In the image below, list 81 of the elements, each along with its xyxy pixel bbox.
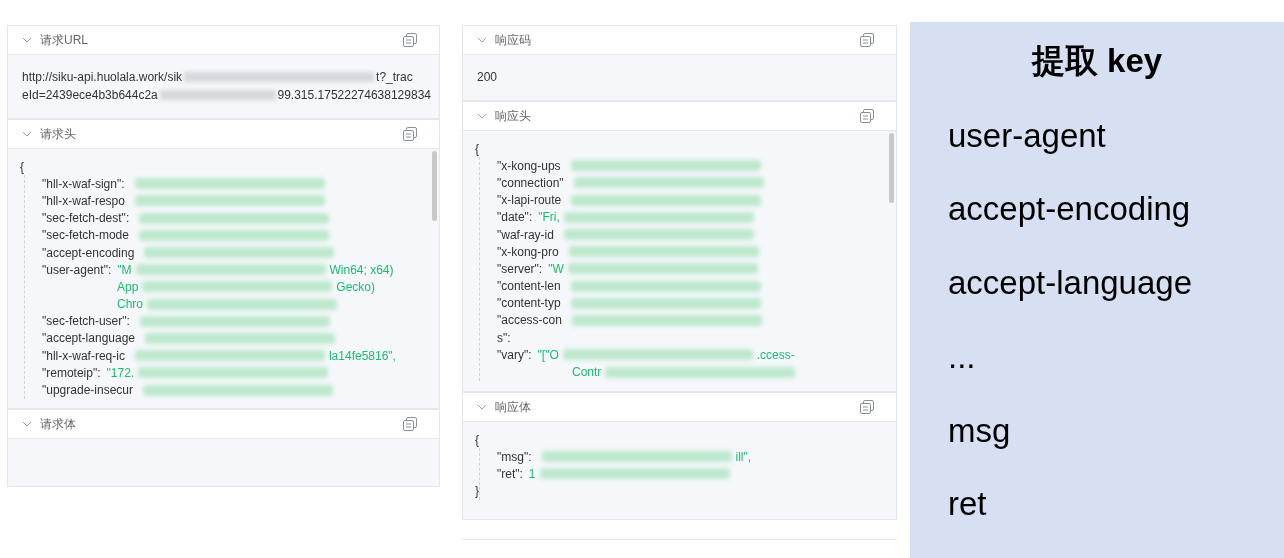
chevron-down-icon[interactable] (22, 421, 32, 427)
json-key: "hll-x-waf-req-ic (42, 346, 125, 365)
json-key: "remoteip": (42, 363, 101, 382)
json-value: 1 (528, 465, 536, 483)
json-value: Chro (117, 296, 143, 314)
json-value: "W (548, 260, 564, 278)
json-key: "content-typ (497, 294, 561, 313)
json-value: la14fe5816", (328, 347, 396, 365)
key-item: msg (948, 410, 1011, 451)
panel-title: 提取 key (1031, 41, 1163, 81)
copy-icon[interactable] (403, 33, 417, 47)
section-title: 响应体 (495, 399, 532, 416)
json-key: "date": (497, 208, 533, 227)
json-value: Win64; x64) (329, 261, 394, 279)
json-key: "ret": (497, 464, 523, 483)
section-header[interactable]: 响应体 (462, 392, 897, 422)
json-key: "x-kong-ups (497, 156, 561, 175)
chevron-down-icon[interactable] (477, 404, 487, 410)
json-key: "user-agent": (42, 260, 112, 279)
json-key: "x-kong-pro (497, 242, 559, 261)
url-text: 99.315.17522274638129834 (277, 87, 431, 104)
key-item: accept-language (948, 263, 1193, 303)
json-key: "access-con (497, 311, 562, 330)
json-key: s": (497, 328, 511, 347)
json-value: Gecko) (336, 278, 376, 296)
copy-icon[interactable] (403, 127, 417, 141)
json-key: "content-len (497, 277, 561, 296)
key-item: ret (948, 484, 987, 525)
json-value: ill", (735, 448, 752, 466)
section-title: 请求头 (40, 126, 77, 143)
json-key: "accept-language (42, 329, 135, 348)
key-item: accept-encoding (948, 189, 1191, 230)
json-key: "sec-fetch-user": (42, 312, 130, 331)
code-text: { (475, 431, 479, 449)
copy-icon[interactable] (860, 400, 874, 414)
json-key: "vary": (497, 345, 532, 364)
code-text: } (475, 483, 479, 501)
url-text: eId=2439ece4b3b644c2a (22, 87, 158, 104)
json-value: "M (117, 261, 132, 279)
section-title: 请求体 (40, 416, 77, 433)
json-value: Contr (572, 364, 602, 382)
json-value: "172. (106, 364, 135, 382)
section-header[interactable]: 响应头 (462, 101, 897, 131)
key-item: ... (948, 336, 976, 377)
chevron-down-icon[interactable] (22, 131, 32, 137)
section-header[interactable]: 响应码 (462, 25, 897, 55)
json-value: "["O (537, 346, 559, 364)
json-key: "waf-ray-id (497, 225, 554, 244)
json-key: "upgrade-insecur (42, 381, 133, 400)
section-header[interactable]: 请求URL (7, 25, 440, 55)
url-text: http://siku-api.huolala.work/sik (22, 69, 183, 86)
key-item: user-agent (948, 115, 1106, 156)
section-title: 响应头 (495, 108, 532, 125)
copy-icon[interactable] (403, 417, 417, 431)
url-text: 200 (477, 69, 498, 86)
code-text: { (475, 140, 479, 158)
json-value: App (117, 278, 139, 296)
section-title: 请求URL (40, 32, 89, 49)
copy-icon[interactable] (860, 33, 874, 47)
chevron-down-icon[interactable] (477, 37, 487, 43)
section-header[interactable]: 请求体 (7, 409, 440, 439)
json-key: "accept-encoding (42, 243, 135, 262)
json-key: "hll-x-waf-sign": (42, 174, 125, 193)
section-header[interactable]: 请求头 (7, 119, 440, 149)
json-key: "sec-fetch-dest": (42, 209, 130, 228)
chevron-down-icon[interactable] (477, 113, 487, 119)
code-text: { (20, 158, 24, 176)
chevron-down-icon[interactable] (22, 37, 32, 43)
json-key: "connection" (497, 173, 564, 192)
json-key: "sec-fetch-mode (42, 226, 129, 245)
json-value: "Fri, (538, 209, 560, 227)
url-text: t?_trac (376, 69, 413, 86)
json-key: "x-lapi-route (497, 191, 562, 210)
json-key: "hll-x-waf-respo (42, 191, 125, 210)
json-key: "msg": (497, 447, 532, 466)
scrollbar-thumb[interactable] (432, 151, 437, 221)
scrollbar-thumb[interactable] (889, 133, 894, 203)
section-title: 响应码 (495, 32, 532, 49)
copy-icon[interactable] (860, 109, 874, 123)
json-value: .ccess- (756, 346, 795, 364)
json-key: "server": (497, 259, 543, 278)
